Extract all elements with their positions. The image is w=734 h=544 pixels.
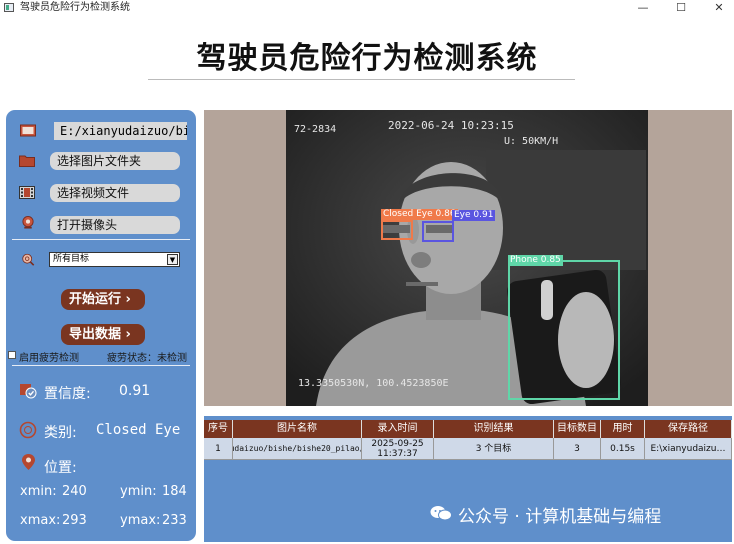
select-video-button[interactable]: 选择视频文件 [50,184,180,202]
fatigue-status: 疲劳状态：未检测 [107,353,187,364]
chevron-down-icon[interactable]: ▼ [167,254,178,265]
table-cell-image-name[interactable]: E:/xianyudaizuo/bishe/bishe20_pilao/v4_g… [233,438,362,460]
window-title-bar: 驾驶员危险行为检测系统 — ☐ ✕ [0,0,734,16]
column-header-target-count[interactable]: 目标数目 [554,420,601,438]
close-button[interactable]: ✕ [704,0,734,16]
control-panel: E:/xianyudaizuo/bis 选择图片文件夹 选择视频文件 打开摄像头… [6,110,196,541]
fatigue-checkbox[interactable] [8,351,16,359]
minimize-button[interactable]: — [628,0,658,16]
image-file-icon[interactable] [20,124,36,137]
title-underline [148,79,575,80]
target-search-icon [22,253,35,266]
table-cell-result[interactable]: 3 个目标 [434,438,554,460]
eye-label: Eye 0.91 [452,210,496,221]
osd-gps: 13.3350530N, 100.4523850E [298,378,449,389]
closed-eye-label: Closed Eye 0.86 [381,209,458,220]
location-pin-icon [22,454,35,470]
maximize-button[interactable]: ☐ [666,0,696,16]
closed-eye-box [381,220,413,240]
class-label: 类别: [44,425,77,441]
confidence-icon [20,384,37,399]
table-cell-time-used[interactable]: 0.15s [601,438,645,460]
confidence-label: 置信度: [44,386,91,402]
start-button[interactable]: 开始运行 › [61,289,145,310]
ymin-label: ymin: [120,484,157,499]
open-camera-button[interactable]: 打开摄像头 [50,216,180,234]
xmin-value: 240 [62,484,87,499]
confidence-value: 0.91 [119,383,151,399]
watermark-text: 公众号 · 计算机基础与编程 [458,507,662,527]
column-header-entry-time[interactable]: 录入时间 [362,420,434,438]
fatigue-checkbox-label: 启用疲劳检测 [19,353,79,364]
window-title: 驾驶员危险行为检测系统 [20,2,130,13]
xmax-value: 293 [62,513,87,528]
camera-icon[interactable] [20,216,36,229]
table-cell-target-count[interactable]: 3 [554,438,601,460]
panel-divider [12,239,190,240]
page-title: 驾驶员危险行为检测系统 [196,41,538,76]
target-select[interactable]: 所有目标 ▼ [49,252,180,267]
osd-camera-id: 72-2834 [294,124,337,135]
export-data-button[interactable]: 导出数据 › [61,324,145,345]
video-display: 72-2834 2022-06-24 10:23:15 U: 50KM/H 13… [204,110,732,406]
column-header-save-path[interactable]: 保存路径 [645,420,732,438]
file-path-field[interactable]: E:/xianyudaizuo/bis [54,122,187,140]
panel-divider [12,365,190,366]
folder-icon[interactable] [19,154,35,167]
app-icon [4,3,14,12]
select-image-folder-button[interactable]: 选择图片文件夹 [50,152,180,170]
video-file-icon[interactable] [19,186,35,199]
ymax-label: ymax: [120,513,161,528]
xmin-label: xmin: [20,484,57,499]
table-cell-entry-time[interactable]: 2025-09-25 11:37:37 [362,438,434,460]
class-value: Closed Eye [96,422,181,438]
phone-label: Phone 0.85 [508,255,563,266]
position-label: 位置: [44,460,77,476]
osd-datetime: 2022-06-24 10:23:15 [388,119,514,132]
table-cell-index[interactable]: 1 [204,438,233,460]
ymin-value: 184 [162,484,187,499]
column-header-image-name[interactable]: 图片名称 [233,420,362,438]
column-header-time-used[interactable]: 用时 [601,420,645,438]
phone-box [508,260,620,400]
column-header-result[interactable]: 识别结果 [434,420,554,438]
target-select-value: 所有目标 [53,254,90,264]
eye-box [422,221,454,242]
xmax-label: xmax: [20,513,61,528]
osd-speed: U: 50KM/H [504,136,559,147]
camera-frame: 72-2834 2022-06-24 10:23:15 U: 50KM/H 13… [286,110,648,406]
table-cell-save-path[interactable]: E:\xianyudaizu… [645,438,732,460]
class-icon [19,421,37,439]
column-header-index[interactable]: 序号 [204,420,233,438]
wechat-icon [430,506,452,521]
ymax-value: 233 [162,513,187,528]
